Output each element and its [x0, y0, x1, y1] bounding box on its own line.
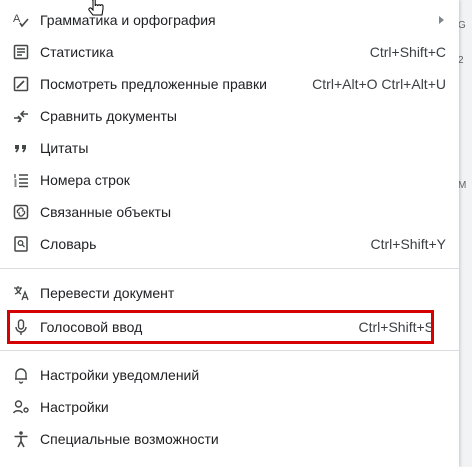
- translate-icon: [14, 286, 29, 301]
- background-text-fragment: G: [458, 20, 466, 31]
- menu-item-word-count[interactable]: Статистика Ctrl+Shift+C: [0, 36, 459, 68]
- menu-item-compare-documents[interactable]: Сравнить документы: [0, 100, 459, 132]
- submenu-arrow-icon: [439, 16, 444, 24]
- menu-item-label: Настройки: [40, 399, 109, 415]
- menu-item-line-numbers[interactable]: Номера строк: [0, 164, 459, 196]
- menu-item-review-edits[interactable]: Посмотреть предложенные правки Ctrl+Alt+…: [0, 68, 459, 100]
- menu-item-dictionary[interactable]: Словарь Ctrl+Shift+Y: [0, 228, 459, 260]
- menu-item-label: Номера строк: [40, 172, 130, 188]
- menu-item-notification-settings[interactable]: Настройки уведомлений: [0, 359, 459, 391]
- menu-item-label: Связанные объекты: [40, 204, 172, 220]
- review-edits-icon: [13, 76, 29, 92]
- dictionary-icon: [14, 236, 28, 252]
- menu-item-shortcut: Ctrl+Shift+Y: [370, 236, 446, 252]
- menu-item-translate-document[interactable]: Перевести документ: [0, 277, 459, 309]
- menu-item-label: Посмотреть предложенные правки: [40, 76, 267, 92]
- menu-item-accessibility[interactable]: Специальные возможности: [0, 423, 459, 455]
- hand-cursor-icon: [88, 0, 104, 16]
- menu-item-label: Настройки уведомлений: [40, 367, 200, 383]
- menu-item-label: Перевести документ: [40, 285, 175, 301]
- menu-item-label: Грамматика и орфография: [40, 12, 216, 28]
- menu-item-preferences[interactable]: Настройки: [0, 391, 459, 423]
- tools-menu: A Грамматика и орфография Статистика Ctr…: [0, 0, 459, 467]
- menu-item-label: Статистика: [40, 44, 114, 60]
- menu-item-linked-objects[interactable]: Связанные объекты: [0, 196, 459, 228]
- menu-divider: [0, 268, 459, 269]
- compare-icon: [14, 110, 28, 123]
- line-numbers-icon: [14, 174, 28, 188]
- highlight-box: [7, 310, 434, 344]
- user-settings-icon: [12, 400, 29, 414]
- menu-item-label: Цитаты: [40, 140, 89, 156]
- background-text-fragment: M: [458, 180, 467, 191]
- menu-item-label: Специальные возможности: [40, 431, 219, 447]
- menu-item-label: Сравнить документы: [40, 108, 177, 124]
- bell-icon: [15, 368, 27, 384]
- menu-item-citations[interactable]: Цитаты: [0, 132, 459, 164]
- menu-item-shortcut: Ctrl+Alt+O Ctrl+Alt+U: [312, 76, 446, 92]
- menu-item-label: Словарь: [40, 236, 97, 252]
- menu-divider: [0, 350, 459, 351]
- spellcheck-icon: A: [13, 13, 29, 28]
- quote-icon: [15, 145, 26, 153]
- word-count-icon: [13, 44, 29, 60]
- menu-item-shortcut: Ctrl+Shift+C: [369, 44, 446, 60]
- link-icon: [13, 204, 29, 220]
- accessibility-icon: [14, 431, 28, 448]
- menu-item-grammar[interactable]: A Грамматика и орфография: [0, 4, 459, 36]
